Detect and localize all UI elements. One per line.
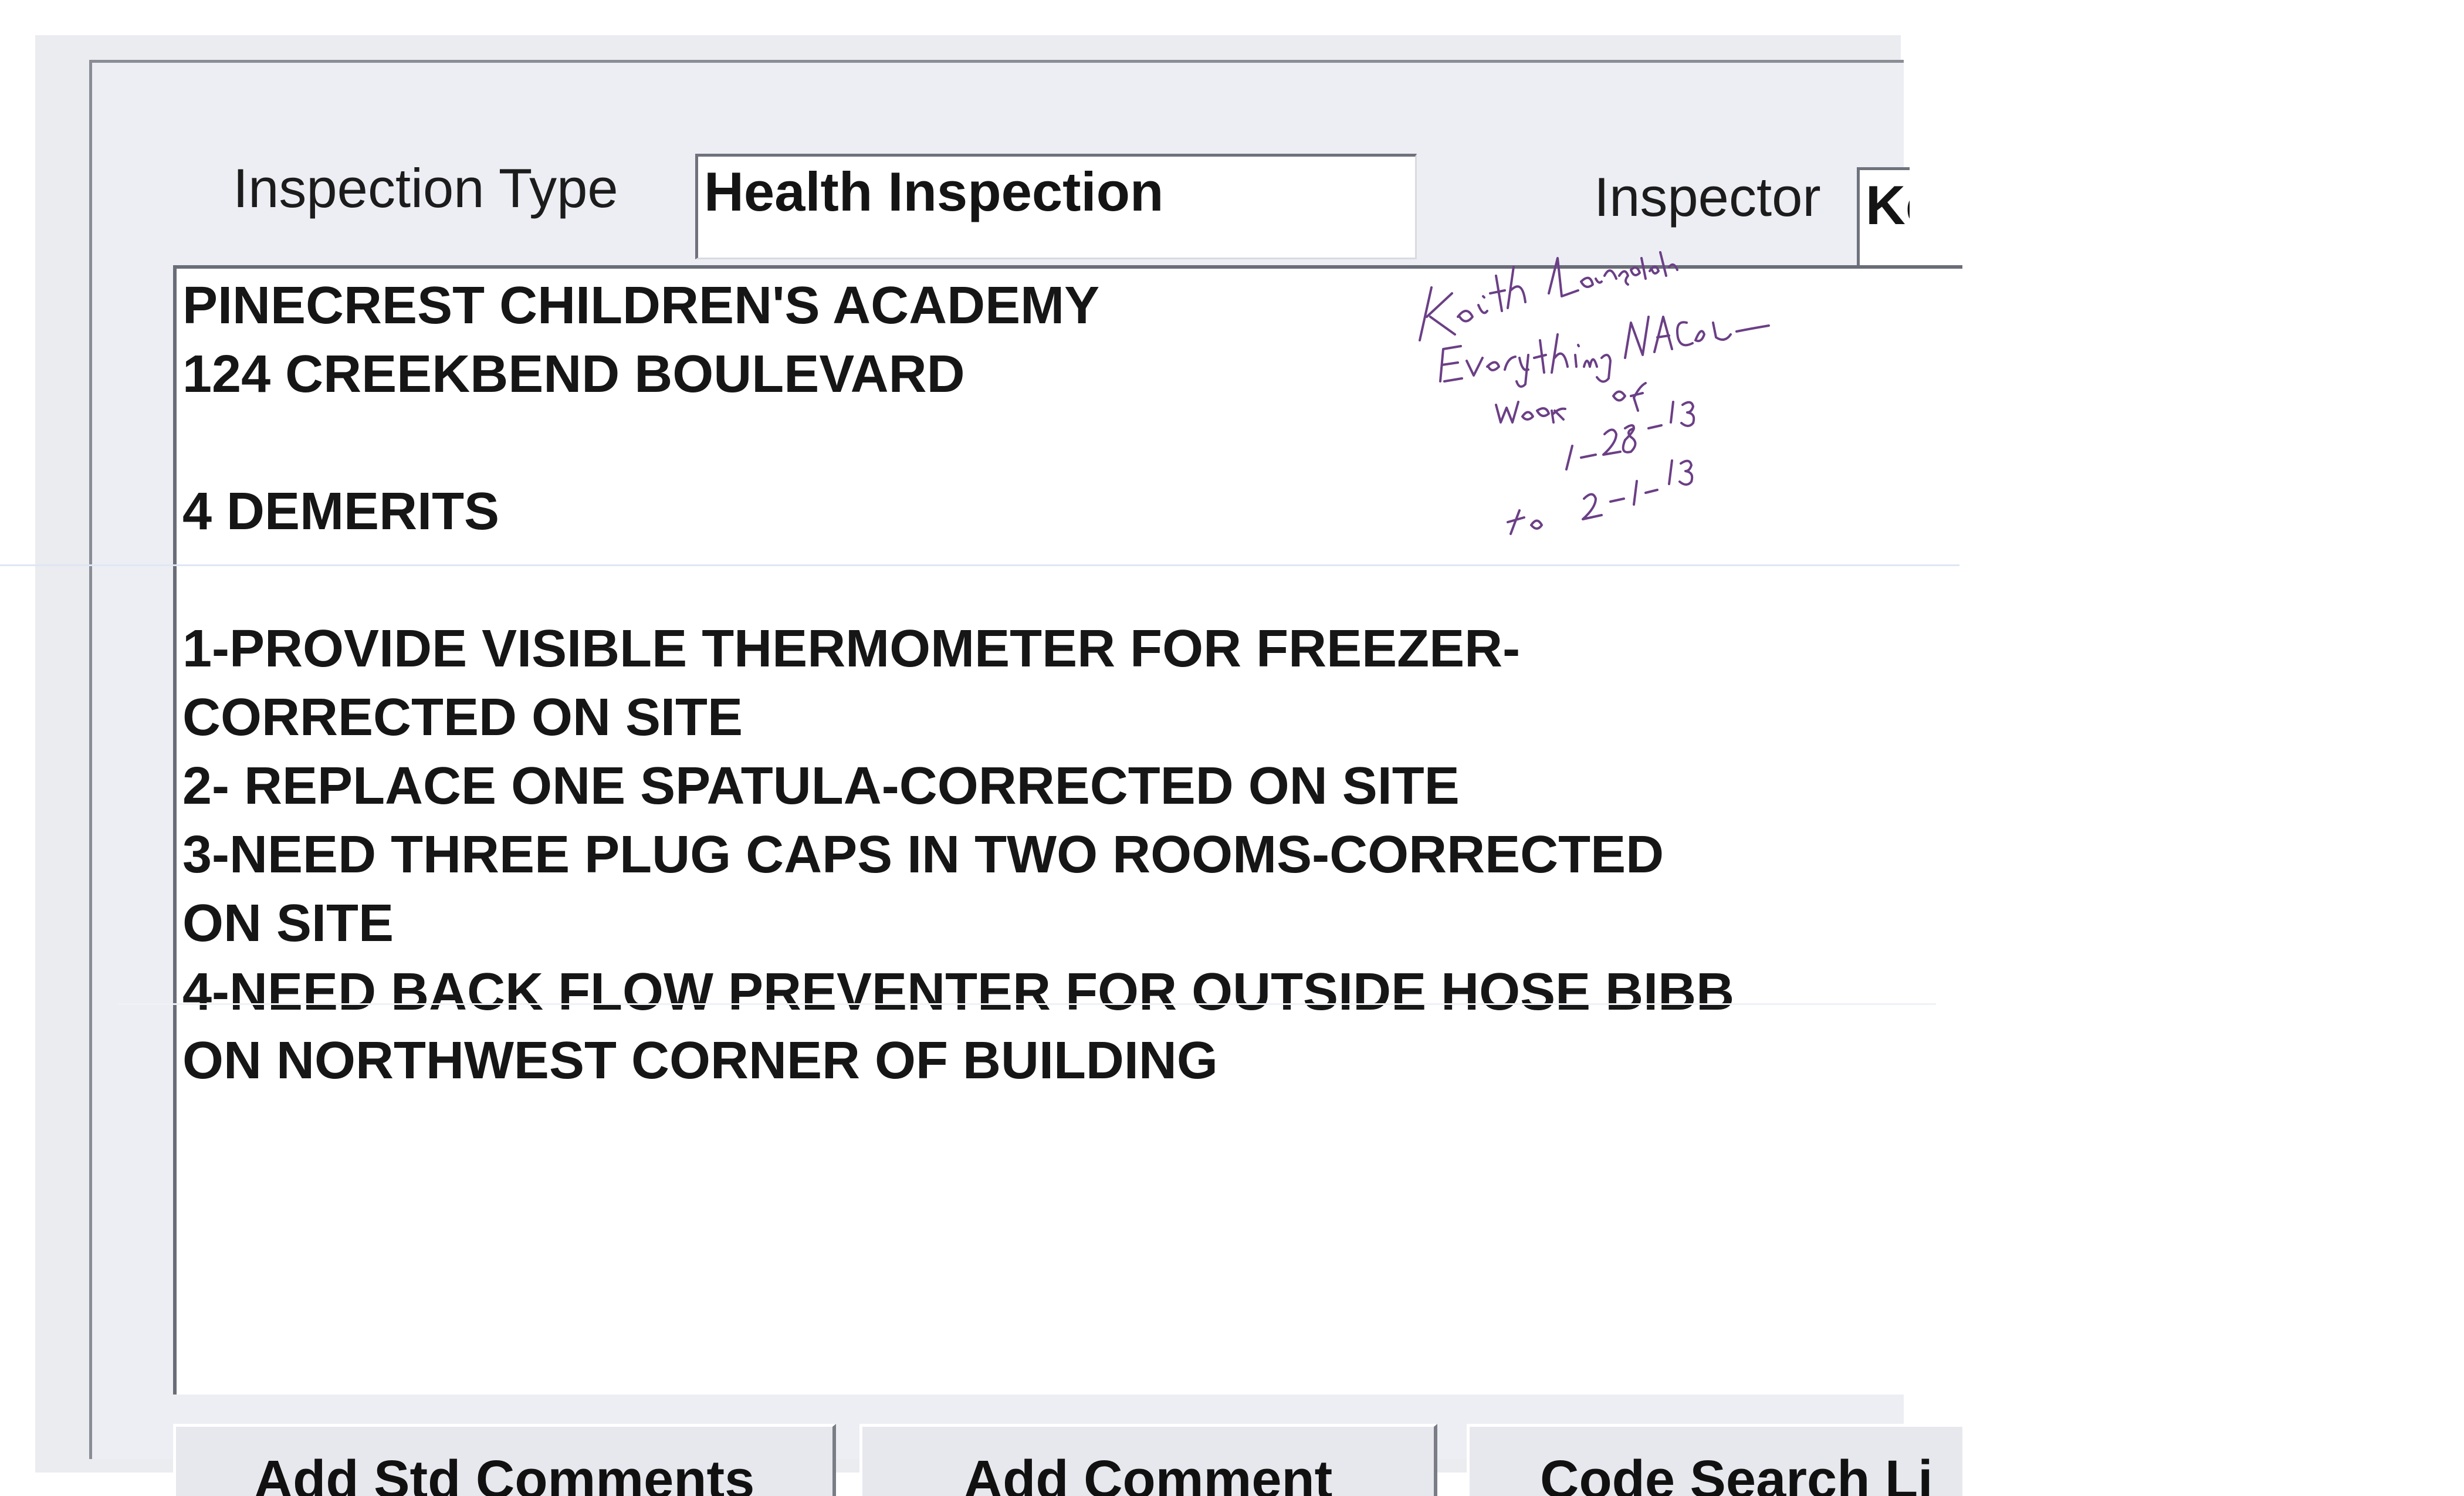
inspector-label: Inspector <box>1594 166 1821 228</box>
add-std-comments-mnemonic: S <box>374 1450 410 1496</box>
add-comment-button[interactable]: Add Comment <box>859 1424 1437 1496</box>
add-std-comments-label-post: td Comments <box>409 1450 755 1496</box>
inspection-type-label: Inspection Type <box>233 157 618 219</box>
scanned-page: Inspection Type Health Inspection Inspec… <box>0 0 2464 1496</box>
button-row: Add Std Comments Add Comment Code Search… <box>173 1412 1962 1496</box>
inspector-value: Ke <box>1866 174 1910 236</box>
add-std-comments-button[interactable]: Add Std Comments <box>173 1424 836 1496</box>
inspector-field[interactable]: Ke <box>1857 167 1910 272</box>
scan-line-artifact <box>0 564 1959 566</box>
code-search-label: Code Search Li <box>1540 1450 1933 1496</box>
add-comment-mnemonic: A <box>963 1450 1003 1496</box>
inspection-type-field[interactable]: Health Inspection <box>695 154 1417 259</box>
inspection-type-value: Health Inspection <box>704 161 1164 222</box>
add-comment-label-post: dd Comment <box>1003 1450 1333 1496</box>
scan-line-artifact <box>117 1003 1936 1005</box>
add-std-comments-label-pre: Add <box>253 1450 374 1496</box>
code-search-list-button[interactable]: Code Search Li <box>1467 1424 1962 1496</box>
handwritten-note-signature <box>1419 251 1770 535</box>
